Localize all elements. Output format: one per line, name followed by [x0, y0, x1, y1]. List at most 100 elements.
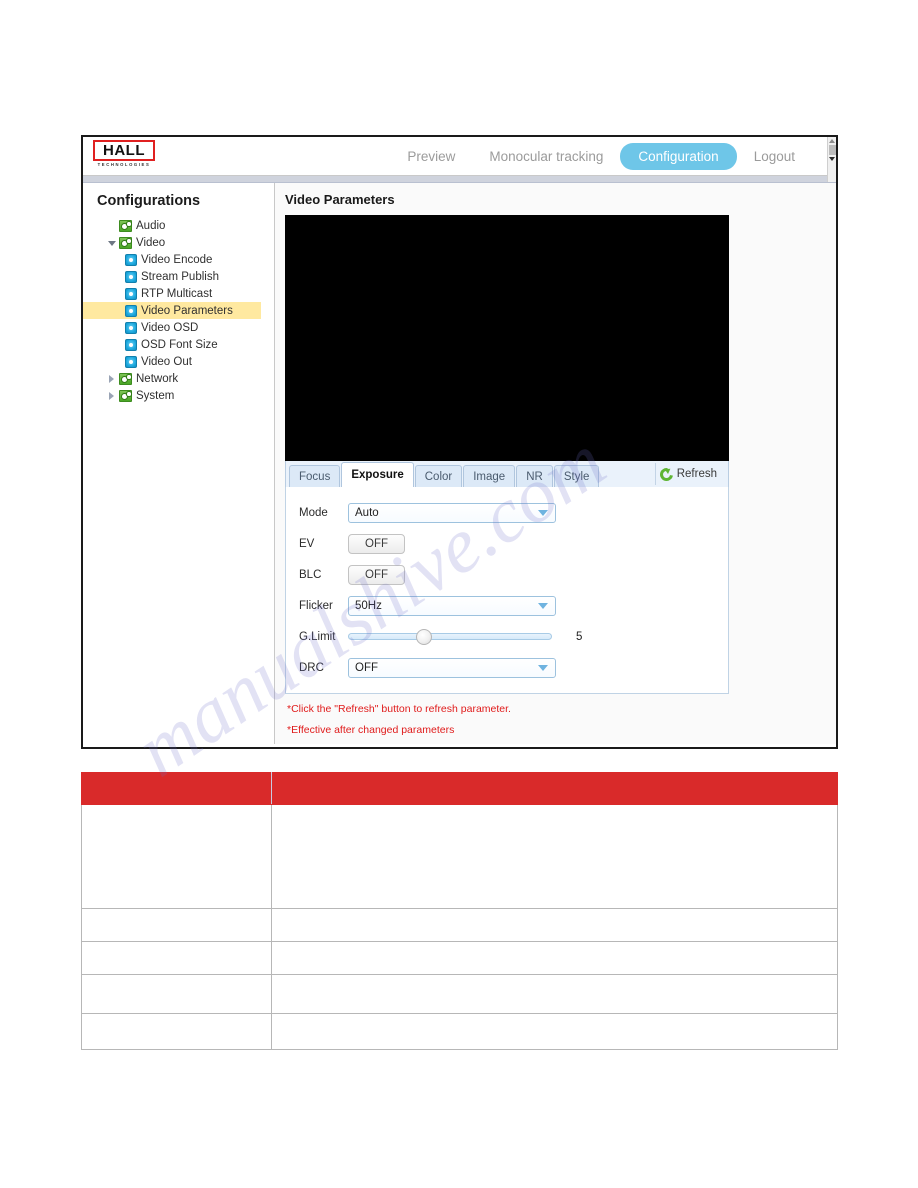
settings-circle-icon — [125, 338, 137, 351]
chevron-right-icon[interactable] — [107, 374, 117, 384]
form-row-flicker: Flicker 50Hz — [286, 590, 728, 621]
glimit-slider[interactable] — [348, 629, 552, 645]
chevron-down-icon — [538, 602, 548, 609]
table-row — [81, 1013, 838, 1050]
sidebar-item-rtp-multicast[interactable]: RTP Multicast — [97, 285, 274, 302]
app-body: Configurations Audio Video Video Encode — [83, 182, 836, 744]
sidebar-item-label: Video Parameters — [141, 304, 233, 317]
sidebar-item-video[interactable]: Video — [97, 234, 274, 251]
table-cell — [81, 941, 272, 975]
table-cell — [81, 804, 272, 909]
sidebar-item-stream-publish[interactable]: Stream Publish — [97, 268, 274, 285]
nav-item-monocular-tracking[interactable]: Monocular tracking — [472, 144, 620, 169]
specification-table — [81, 772, 838, 1050]
form-row-blc: BLC OFF — [286, 559, 728, 590]
scroll-down-arrow-icon[interactable] — [829, 157, 835, 161]
sidebar-item-label: Video Out — [141, 355, 192, 368]
mode-label: Mode — [299, 506, 328, 519]
tab-exposure[interactable]: Exposure — [341, 462, 414, 487]
tab-style[interactable]: Style — [553, 465, 600, 487]
flicker-select[interactable]: 50Hz — [348, 595, 556, 616]
table-cell — [81, 1013, 272, 1050]
sidebar-item-label: Video Encode — [141, 253, 213, 266]
parameter-tabs: Focus Exposure Color Image NR Style Refr… — [285, 461, 729, 487]
flicker-label: Flicker — [299, 599, 333, 612]
mode-value: Auto — [355, 506, 379, 519]
config-tree: Audio Video Video Encode Stream Publish — [83, 217, 274, 404]
sidebar-item-network[interactable]: Network — [97, 370, 274, 387]
hall-technologies-logo: HALL TECHNOLOGIES — [93, 140, 157, 170]
nav-item-logout[interactable]: Logout — [737, 144, 812, 169]
drc-select[interactable]: OFF — [348, 657, 556, 678]
refresh-note: *Click the "Refresh" button to refresh p… — [287, 703, 511, 715]
tab-focus[interactable]: Focus — [289, 465, 341, 487]
sidebar-item-video-encode[interactable]: Video Encode — [97, 251, 274, 268]
chevron-down-icon[interactable] — [107, 238, 117, 248]
twisty-icon — [107, 221, 117, 231]
chevron-down-icon — [538, 664, 548, 671]
mode-select[interactable]: Auto — [348, 502, 556, 523]
settings-circle-icon — [125, 355, 137, 368]
sidebar-item-audio[interactable]: Audio — [97, 217, 274, 234]
folder-gear-icon — [119, 236, 132, 249]
blc-label: BLC — [299, 568, 322, 581]
table-row — [81, 974, 838, 1014]
ev-toggle-button[interactable]: OFF — [348, 533, 405, 554]
drc-value: OFF — [355, 661, 378, 674]
form-row-mode: Mode Auto — [286, 497, 728, 528]
glimit-value: 5 — [576, 630, 583, 643]
video-preview-area[interactable] — [285, 215, 729, 461]
sidebar-item-label: Network — [136, 372, 179, 385]
drc-label: DRC — [299, 661, 324, 674]
refresh-button[interactable]: Refresh — [654, 463, 725, 485]
sidebar-item-label: Audio — [136, 219, 166, 232]
table-header-cell — [271, 772, 838, 805]
folder-gear-icon — [119, 219, 132, 232]
table-header-cell — [81, 772, 272, 805]
table-cell — [81, 908, 272, 942]
video-parameters-panel: Video Parameters Focus Exposure Color Im… — [275, 183, 836, 744]
scroll-up-arrow-icon[interactable] — [829, 139, 835, 143]
table-cell — [81, 974, 272, 1014]
sidebar-item-label: System — [136, 389, 175, 402]
sidebar-item-label: Video — [136, 236, 166, 249]
table-cell — [271, 908, 838, 942]
table-cell — [271, 941, 838, 975]
tab-image[interactable]: Image — [463, 465, 516, 487]
tab-color[interactable]: Color — [414, 465, 463, 487]
sidebar-item-label: OSD Font Size — [141, 338, 218, 351]
glimit-slider-thumb[interactable] — [415, 629, 432, 645]
sidebar-item-label: RTP Multicast — [141, 287, 213, 300]
settings-circle-icon — [125, 287, 137, 300]
scrollbar-thumb[interactable] — [828, 145, 836, 155]
chevron-right-icon[interactable] — [107, 391, 117, 401]
refresh-button-label: Refresh — [676, 468, 717, 480]
top-nav: Preview Monocular tracking Configuration… — [390, 137, 812, 176]
glimit-slider-wrap: 5 — [348, 629, 583, 645]
page-scrollbar[interactable] — [827, 137, 836, 182]
exposure-settings-form: Mode Auto EV OFF BLC OFF Flicker 50Hz G.… — [285, 487, 729, 694]
sidebar-item-osd-font-size[interactable]: OSD Font Size — [97, 336, 274, 353]
tab-nr[interactable]: NR — [516, 465, 553, 487]
form-row-drc: DRC OFF — [286, 652, 728, 683]
folder-gear-icon — [119, 389, 132, 402]
sidebar-item-system[interactable]: System — [97, 387, 274, 404]
configurations-sidebar: Configurations Audio Video Video Encode — [83, 183, 275, 744]
sidebar-item-video-out[interactable]: Video Out — [97, 353, 274, 370]
nav-item-preview[interactable]: Preview — [390, 144, 472, 169]
table-header-row — [81, 772, 838, 805]
sidebar-item-video-parameters[interactable]: Video Parameters — [83, 302, 261, 319]
blc-toggle-button[interactable]: OFF — [348, 564, 405, 585]
form-row-ev: EV OFF — [286, 528, 728, 559]
sidebar-item-video-osd[interactable]: Video OSD — [97, 319, 274, 336]
settings-circle-icon — [125, 304, 137, 317]
app-header: HALL TECHNOLOGIES Preview Monocular trac… — [83, 137, 836, 182]
sidebar-item-label: Video OSD — [141, 321, 199, 334]
ev-label: EV — [299, 537, 315, 550]
glimit-label: G.Limit — [299, 630, 336, 643]
nav-item-configuration[interactable]: Configuration — [620, 143, 737, 170]
table-row — [81, 941, 838, 975]
logo-subtitle: TECHNOLOGIES — [97, 162, 151, 167]
table-cell — [271, 804, 838, 909]
effective-note: *Effective after changed parameters — [287, 724, 455, 736]
